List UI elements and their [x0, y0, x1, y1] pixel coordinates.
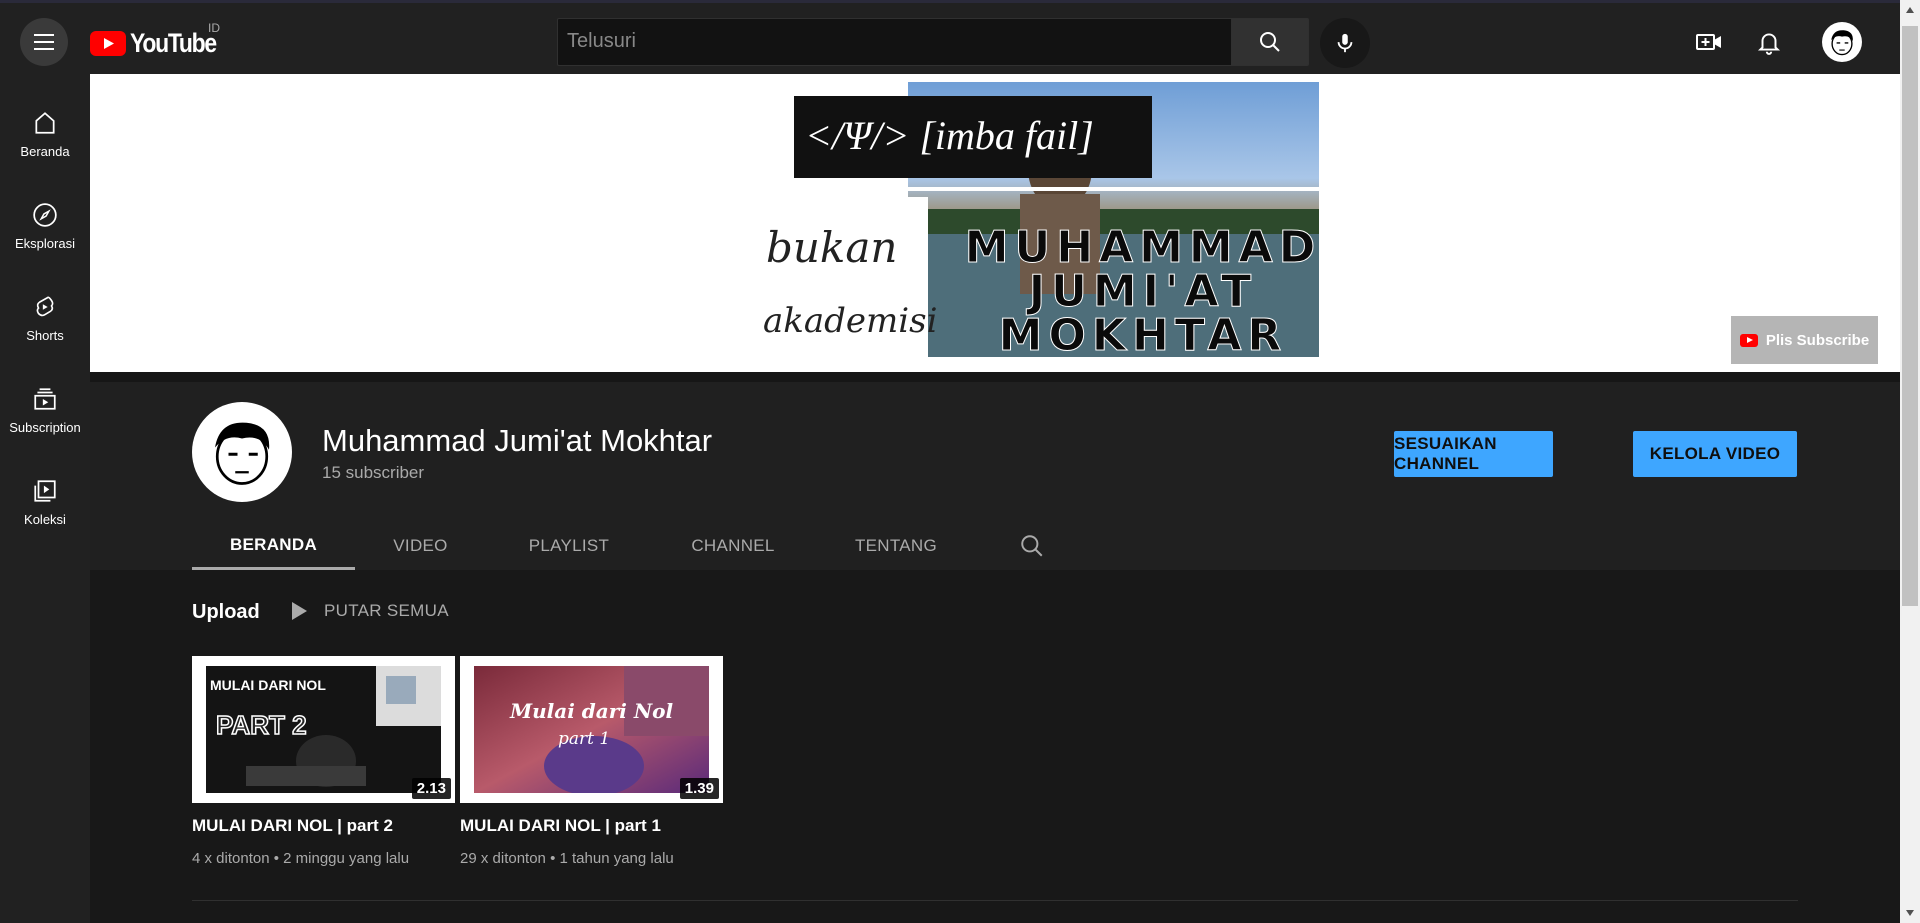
- thumbnail-text-top: Mulai dari Nol: [509, 699, 673, 723]
- thumbnail-text-big: PART 2: [216, 710, 307, 740]
- sidebar-item-label: Koleksi: [24, 512, 66, 527]
- account-avatar-button[interactable]: [1822, 22, 1862, 62]
- sidebar-item-label: Subscription: [9, 420, 81, 435]
- tab-playlists[interactable]: PLAYLIST: [510, 522, 628, 570]
- banner-tagline: </Ψ/> [imba fail]: [805, 113, 1094, 158]
- tab-about[interactable]: TENTANG: [838, 522, 954, 570]
- meta-separator: •: [550, 850, 560, 867]
- channel-search-button[interactable]: [1012, 522, 1052, 570]
- chevron-down-icon: [1906, 910, 1914, 916]
- scroll-up-button[interactable]: [1902, 2, 1918, 18]
- manage-videos-button[interactable]: KELOLA VIDEO: [1633, 431, 1797, 477]
- upload-age: 1 tahun yang lalu: [559, 850, 674, 867]
- library-icon: [34, 480, 56, 502]
- thumbnail-text-top: MULAI DARI NOL: [210, 677, 326, 693]
- home-icon: [35, 112, 55, 134]
- view-count: 4 x ditonton: [192, 850, 270, 867]
- sidebar-item-shorts[interactable]: Shorts: [0, 280, 90, 354]
- hamburger-menu-button[interactable]: [20, 18, 68, 66]
- upload-age: 2 minggu yang lalu: [283, 850, 410, 867]
- thumbnail-image: MULAI DARI NOL PART 2: [206, 666, 441, 793]
- youtube-play-icon: [90, 31, 126, 56]
- channel-avatar[interactable]: [192, 402, 292, 502]
- video-metadata: 29 x ditonton • 1 tahun yang lalu: [460, 850, 674, 867]
- sidebar-item-library[interactable]: Koleksi: [0, 464, 90, 538]
- shorts-icon: [36, 296, 54, 317]
- channel-banner: </Ψ/> [imba fail] bukan akademisi MUHAMM…: [90, 74, 1900, 372]
- thumbnail-text-big: part 1: [558, 729, 610, 749]
- youtube-mini-icon: [1739, 333, 1758, 347]
- video-duration: 2.13: [411, 778, 451, 799]
- subscriber-count: 15 subscriber: [322, 463, 425, 482]
- view-count: 29 x ditonton: [460, 850, 546, 867]
- banner-divider: [90, 372, 1900, 382]
- video-duration: 1.39: [679, 778, 719, 799]
- compass-icon: [33, 203, 57, 227]
- bell-icon: [1757, 33, 1781, 55]
- tab-channels[interactable]: CHANNEL: [672, 522, 794, 570]
- create-video-button[interactable]: [1694, 27, 1724, 57]
- top-bar: YouTube ID Telusuri: [0, 0, 1900, 74]
- section-title-uploads[interactable]: Upload: [192, 601, 260, 624]
- banner-name-line3: MOKHTAR: [999, 310, 1288, 361]
- sidebar-item-subscriptions[interactable]: Subscription: [0, 372, 90, 446]
- banner-artwork: </Ψ/> [imba fail] bukan akademisi MUHAMM…: [763, 82, 1319, 362]
- sidebar-item-home[interactable]: Beranda: [0, 96, 90, 170]
- search-placeholder: Telusuri: [567, 30, 636, 52]
- scrollbar-thumb[interactable]: [1902, 26, 1918, 606]
- video-title[interactable]: MULAI DARI NOL | part 2: [192, 816, 393, 836]
- search-input[interactable]: Telusuri: [557, 18, 1231, 66]
- avatar: [215, 422, 270, 485]
- section-divider: [192, 900, 1798, 901]
- thumbnail-image: Mulai dari Nol part 1: [474, 666, 709, 793]
- search-icon: [1021, 535, 1043, 557]
- subscribe-watermark-label: Plis Subscribe: [1765, 331, 1870, 349]
- channel-name: Muhammad Jumi'at Mokhtar: [322, 423, 713, 458]
- voice-search-button[interactable]: [1320, 18, 1370, 68]
- play-all-label: PUTAR SEMUA: [324, 601, 449, 620]
- subscriptions-icon: [34, 388, 56, 410]
- play-all-button[interactable]: PUTAR SEMUA: [290, 601, 449, 621]
- video-camera-plus-icon: [1696, 34, 1721, 50]
- menu-icon: [34, 34, 54, 50]
- video-metadata: 4 x ditonton • 2 minggu yang lalu: [192, 850, 409, 867]
- tab-home[interactable]: BERANDA: [192, 522, 355, 570]
- microphone-icon: [1337, 33, 1353, 53]
- sidebar-item-label: Shorts: [26, 328, 64, 343]
- tab-videos[interactable]: VIDEO: [368, 522, 473, 570]
- search-icon: [1260, 32, 1280, 52]
- play-icon: [292, 602, 307, 620]
- subscribe-watermark-button[interactable]: Plis Subscribe: [1731, 316, 1878, 364]
- country-code: ID: [208, 21, 220, 35]
- sidebar-item-label: Beranda: [20, 144, 70, 159]
- sidebar-item-explore[interactable]: Eksplorasi: [0, 188, 90, 262]
- video-title[interactable]: MULAI DARI NOL | part 1: [460, 816, 661, 836]
- avatar: [1831, 30, 1853, 56]
- video-thumbnail[interactable]: MULAI DARI NOL PART 2 2.13: [192, 656, 455, 803]
- customize-channel-button[interactable]: SESUAIKAN CHANNEL: [1394, 431, 1553, 477]
- notifications-button[interactable]: [1754, 27, 1784, 57]
- sidebar: Beranda Eksplorasi Shorts Subscription K…: [0, 74, 90, 923]
- meta-separator: •: [273, 850, 284, 867]
- sidebar-item-label: Eksplorasi: [15, 236, 75, 251]
- video-thumbnail[interactable]: Mulai dari Nol part 1 1.39: [460, 656, 723, 803]
- search-button[interactable]: [1231, 18, 1309, 66]
- banner-script-line1: bukan: [766, 223, 897, 272]
- logo-text: YouTube: [130, 28, 217, 58]
- chevron-up-icon: [1906, 7, 1914, 13]
- scroll-down-button[interactable]: [1902, 905, 1918, 921]
- banner-script-line2: akademisi: [763, 301, 937, 341]
